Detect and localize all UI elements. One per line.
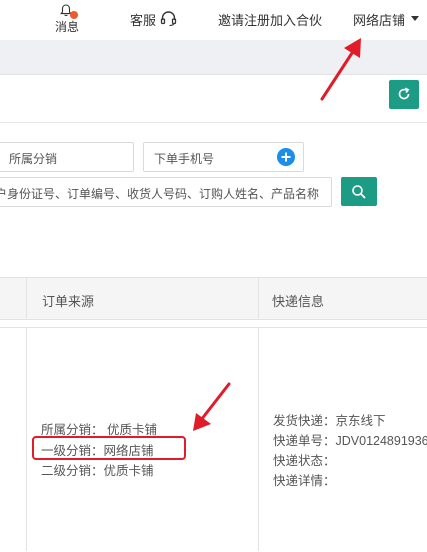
arrow-annotation-top — [320, 38, 361, 101]
annotation-overlay — [193, 38, 361, 431]
arrow-annotation-bottom — [193, 382, 231, 431]
